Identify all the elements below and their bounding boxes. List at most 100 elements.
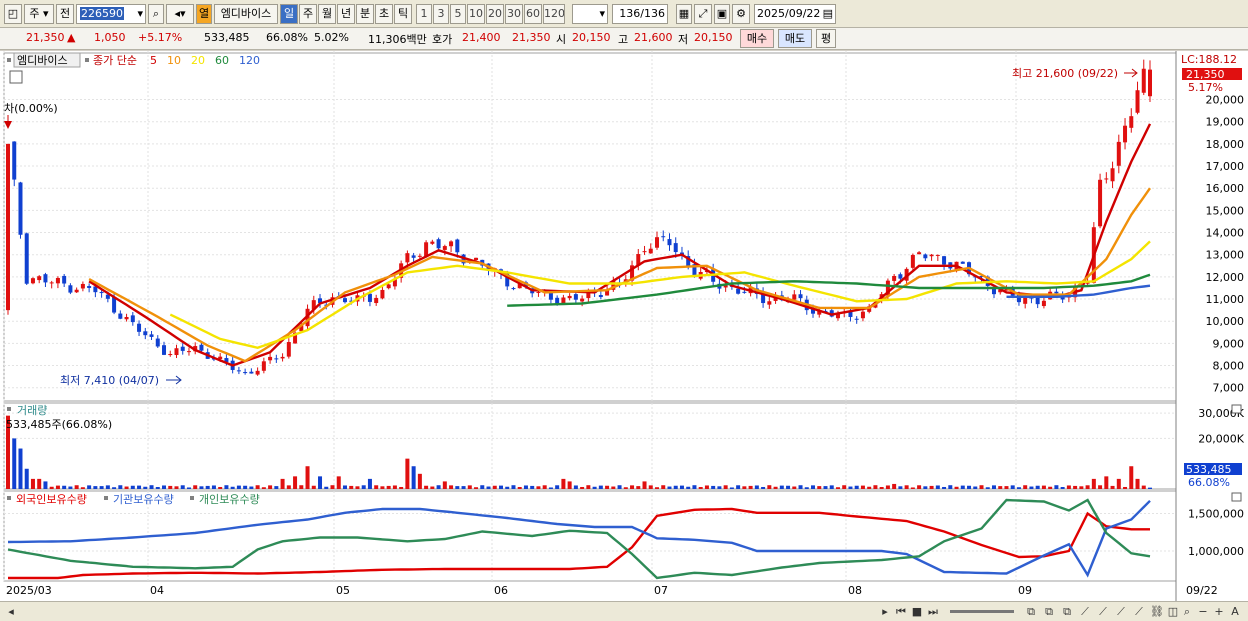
volume-bar [904, 485, 909, 489]
interval-button-30[interactable]: 30 [505, 4, 523, 24]
volume-bar [1098, 485, 1103, 489]
zoom-slider[interactable] [950, 610, 1014, 613]
volume-bar [935, 485, 940, 489]
draw-line-icon[interactable]: ⟋ [1078, 605, 1092, 619]
gear-icon[interactable]: ⚙ [732, 4, 750, 24]
window-icon[interactable]: ⧉ [1042, 605, 1056, 619]
scroll-track[interactable] [20, 607, 870, 617]
volume-bar [1141, 485, 1146, 489]
date-value: 2025/09/22 [757, 7, 821, 20]
interval-button-120[interactable]: 120 [543, 4, 565, 24]
candle-body [243, 372, 248, 374]
font-icon[interactable]: A [1228, 605, 1242, 619]
scroll-left-icon[interactable]: ◂ [4, 605, 18, 619]
period-button-1[interactable]: 주 [299, 4, 317, 24]
period-button-6[interactable]: 틱 [394, 4, 412, 24]
volume-bar [255, 485, 260, 489]
price-tick-label: 19,000 [1206, 116, 1245, 129]
interval-dropdown-icon[interactable]: ▾ [599, 5, 605, 23]
stock-code-input[interactable]: 226590 ▾ [76, 4, 146, 24]
zoom-out-icon[interactable]: − [1196, 605, 1210, 619]
volume-bar [711, 485, 716, 489]
interval-button-60[interactable]: 60 [524, 4, 542, 24]
chart-area[interactable]: 7,000 8,000 9,000 10,000 11,000 12,000 13,000 1… [0, 51, 1248, 601]
candle-body [667, 239, 672, 246]
stop-icon[interactable]: ■ [910, 605, 924, 619]
holding-tick-label: 1,000,000 [1188, 545, 1244, 558]
shape-icon[interactable]: ◫ [1166, 605, 1180, 619]
volume-bar [1129, 466, 1134, 489]
volume-bar [773, 486, 778, 489]
compare-icon[interactable]: ⧉ [1060, 605, 1074, 619]
volume-bar [873, 485, 878, 489]
average-button[interactable]: 평 [816, 29, 836, 48]
channel-icon[interactable]: ⟋ [1132, 605, 1146, 619]
volume-bar [948, 485, 953, 489]
fib-icon[interactable]: ⟋ [1114, 605, 1128, 619]
volume-close-icon [1231, 404, 1242, 414]
volume-bar [879, 487, 884, 489]
first-page-icon[interactable]: ⏮ [894, 605, 908, 619]
zoom-in-icon[interactable]: + [1212, 605, 1226, 619]
candle-body [80, 283, 85, 289]
speaker-icon[interactable]: ◂▾ [166, 4, 194, 24]
calendar-icon[interactable]: ▤ [823, 5, 833, 23]
interval-button-3[interactable]: 3 [433, 4, 449, 24]
count-field[interactable]: 136/136 [612, 4, 668, 24]
volume-bar [1104, 476, 1109, 489]
save-icon[interactable]: ▣ [714, 4, 730, 24]
candle-body [236, 370, 241, 372]
interval-button-1[interactable]: 1 [416, 4, 432, 24]
zoom-icon[interactable]: ⌕ [1180, 605, 1194, 619]
candle-body [367, 293, 372, 302]
volume-bar [867, 486, 872, 489]
stock-name-field[interactable]: 엠디바이스 [214, 4, 278, 24]
date-field[interactable]: 2025/09/22 ▤ [754, 4, 836, 24]
trend-icon[interactable]: ⟋ [1096, 605, 1110, 619]
period-button-3[interactable]: 년 [337, 4, 355, 24]
change-value: 1,050 [94, 31, 126, 44]
volume-bar [667, 486, 672, 489]
interval-button-5[interactable]: 5 [450, 4, 466, 24]
buy-button[interactable]: 매수 [740, 29, 774, 48]
volume-bar [835, 487, 840, 489]
sell-button[interactable]: 매도 [778, 29, 812, 48]
period-button-4[interactable]: 분 [356, 4, 374, 24]
candle-body [567, 295, 572, 299]
market-select[interactable]: 주 ▾ [24, 4, 54, 24]
volume-bar [586, 485, 591, 489]
prev-button[interactable]: 전 [56, 4, 74, 24]
volume-bar [105, 485, 110, 489]
price-tick-label: 9,000 [1213, 337, 1245, 350]
period-button-5[interactable]: 초 [375, 4, 393, 24]
candle-body [417, 255, 422, 257]
crosshair-icon[interactable]: ⤢ [694, 4, 712, 24]
grid-icon[interactable]: ▦ [676, 4, 692, 24]
volume-bar [1116, 478, 1121, 489]
period-button-2[interactable]: 월 [318, 4, 336, 24]
legend-ma-period: 60 [215, 54, 229, 67]
copy-icon[interactable]: ⧉ [1024, 605, 1038, 619]
scroll-right-icon[interactable]: ▸ [878, 605, 892, 619]
code-dropdown-icon[interactable]: ▾ [137, 5, 143, 23]
search-icon[interactable]: ⌕ [148, 4, 164, 24]
price-tick-label: 7,000 [1213, 382, 1245, 395]
chart-svg[interactable]: 7,000 8,000 9,000 10,000 11,000 12,000 13,000 1… [0, 51, 1248, 601]
interval-button-10[interactable]: 10 [467, 4, 485, 24]
candle-body [1110, 168, 1115, 182]
volume-bar [729, 487, 734, 489]
window-menu-icon[interactable]: ◰ [4, 4, 22, 24]
volume-bar [99, 486, 104, 489]
interval-custom-input[interactable]: ▾ [572, 4, 608, 24]
chain-icon[interactable]: ⛓ [1150, 605, 1164, 619]
comparison-label: 차(0.00%) [4, 102, 58, 115]
volume-bar [130, 485, 135, 489]
volume-bar [68, 486, 73, 489]
volume-bar [37, 478, 42, 489]
volume-bar [929, 485, 934, 489]
interval-button-20[interactable]: 20 [486, 4, 504, 24]
tab-open[interactable]: 열 [196, 4, 212, 24]
last-page-icon[interactable]: ⏭ [926, 605, 940, 619]
volume-bar [917, 485, 922, 489]
period-button-0[interactable]: 일 [280, 4, 298, 24]
